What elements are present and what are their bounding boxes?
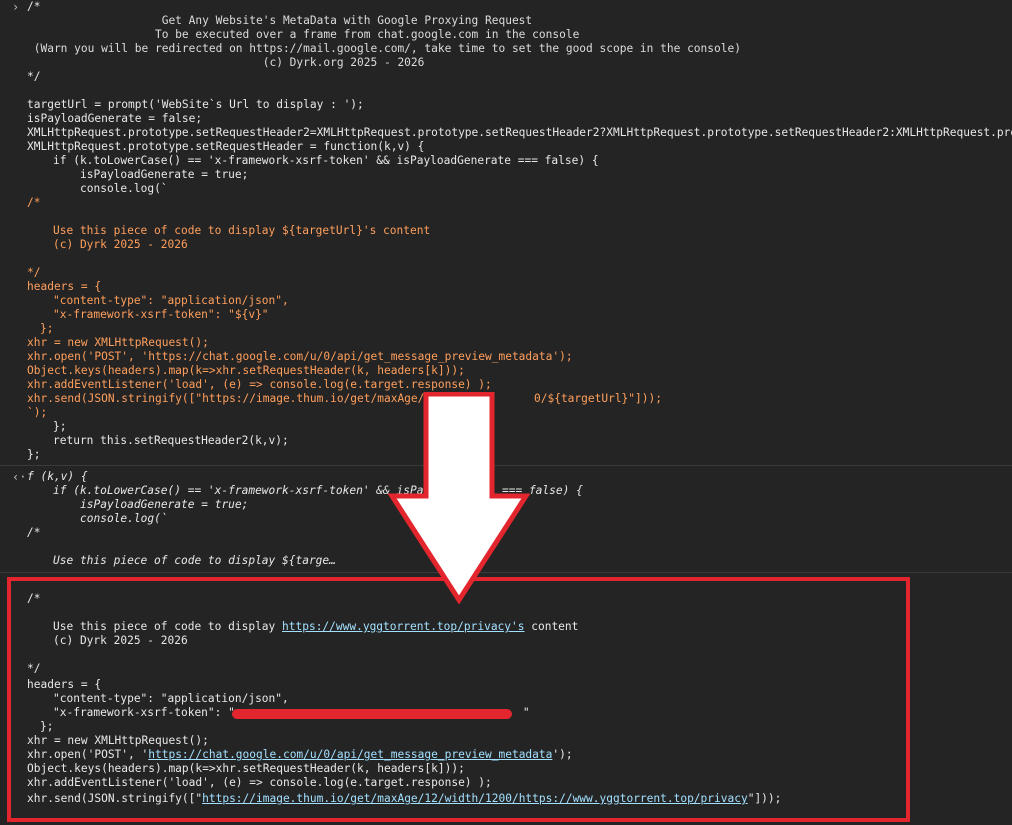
result-line[interactable]: f (k,v) { <box>27 470 88 484</box>
highlight-frame <box>7 577 910 822</box>
result-line: console.log(` <box>80 512 168 525</box>
code-line: */ <box>27 266 41 279</box>
code-line: console.log(` <box>80 182 168 195</box>
code-line: /* <box>27 196 41 209</box>
code-line: if (k.toLowerCase() == 'x-framework-xsrf… <box>53 154 599 167</box>
code-line: xhr = new XMLHttpRequest(); <box>27 336 209 349</box>
code-line: xhr.addEventListener('load', (e) => cons… <box>27 378 492 391</box>
header-comment-line: /* <box>27 0 41 13</box>
input-prompt-icon: › <box>12 0 20 14</box>
result-arrow-icon: ‹· <box>12 470 27 484</box>
header-comment-line: (Warn you will be redirected on https://… <box>27 42 741 55</box>
header-comment-line: (c) Dyrk.org 2025 - 2026 <box>27 56 425 69</box>
code-line: Use this piece of code to display ${targ… <box>53 224 431 237</box>
code-line: }; <box>40 322 54 335</box>
code-line: isPayloadGenerate = true; <box>80 168 249 181</box>
code-line: }; <box>27 448 41 461</box>
code-line: (c) Dyrk 2025 - 2026 <box>53 238 188 251</box>
code-line: Object.keys(headers).map(k=>xhr.setReque… <box>27 364 465 377</box>
code-line: `); <box>27 406 48 419</box>
code-line: XMLHttpRequest.prototype.setRequestHeade… <box>27 126 1012 139</box>
code-line: }; <box>53 420 67 433</box>
code-line: XMLHttpRequest.prototype.setRequestHeade… <box>27 140 425 153</box>
header-comment-line: Get Any Website's MetaData with Google P… <box>27 14 533 27</box>
code-line-tail: 0/${targetUrl}"])); <box>534 392 662 405</box>
code-line: "content-type": "application/json", <box>53 294 289 307</box>
code-line: isPayloadGenerate = false; <box>27 112 203 125</box>
code-line: targetUrl = prompt('WebSite`s Url to dis… <box>27 98 364 111</box>
code-line: xhr.send(JSON.stringify(["https://image.… <box>27 392 432 405</box>
code-line: return this.setRequestHeader2(k,v); <box>53 434 289 447</box>
down-arrow-icon <box>388 392 530 604</box>
header-comment-line: To be executed over a frame from chat.go… <box>27 28 580 41</box>
result-line: Use this piece of code to display ${targ… <box>53 554 336 567</box>
result-line: isPayloadGenerate = true; <box>80 498 249 511</box>
result-line: /* <box>27 526 41 539</box>
code-line: headers = { <box>27 280 102 293</box>
header-comment-line: */ <box>27 70 41 83</box>
result-line: if (k.toLowerCase() == 'x-framework-xsrf… <box>53 484 431 497</box>
code-line: xhr.open('POST', 'https://chat.google.co… <box>27 350 573 363</box>
code-line: "x-framework-xsrf-token": "${v}" <box>53 308 269 321</box>
